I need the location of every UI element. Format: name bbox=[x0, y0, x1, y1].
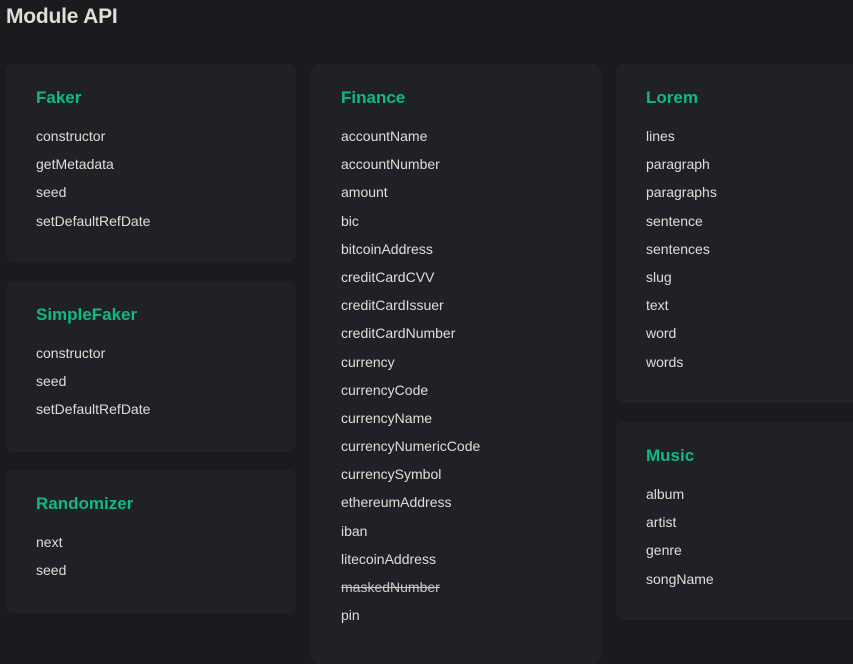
method-link-finance-currency[interactable]: currency bbox=[341, 352, 601, 380]
method-link-music-artist[interactable]: artist bbox=[646, 512, 853, 540]
method-link-lorem-text[interactable]: text bbox=[646, 295, 853, 323]
method-link-lorem-paragraph[interactable]: paragraph bbox=[646, 154, 853, 182]
module-title-randomizer[interactable]: Randomizer bbox=[36, 493, 296, 515]
method-link-faker-set-default-ref-date[interactable]: setDefaultRefDate bbox=[36, 211, 296, 239]
module-title-faker[interactable]: Faker bbox=[36, 87, 296, 109]
module-title-music[interactable]: Music bbox=[646, 445, 853, 467]
method-link-finance-account-number[interactable]: accountNumber bbox=[341, 154, 601, 182]
module-card-finance: Finance accountName accountNumber amount bi… bbox=[311, 64, 601, 664]
method-link-finance-bitcoin-address[interactable]: bitcoinAddress bbox=[341, 239, 601, 267]
module-title-lorem[interactable]: Lorem bbox=[646, 87, 853, 109]
module-title-finance[interactable]: Finance bbox=[341, 87, 601, 109]
method-link-lorem-sentence[interactable]: sentence bbox=[646, 211, 853, 239]
method-link-simplefaker-constructor[interactable]: constructor bbox=[36, 343, 296, 371]
method-link-lorem-word[interactable]: word bbox=[646, 323, 853, 351]
module-card-randomizer: Randomizer next seed bbox=[6, 470, 296, 613]
method-link-finance-iban[interactable]: iban bbox=[341, 521, 601, 549]
method-link-finance-pin[interactable]: pin bbox=[341, 605, 601, 633]
method-link-lorem-sentences[interactable]: sentences bbox=[646, 239, 853, 267]
module-card-music: Music album artist genre songName bbox=[616, 422, 853, 620]
method-link-finance-credit-card-cvv[interactable]: creditCardCVV bbox=[341, 267, 601, 295]
method-link-finance-credit-card-number[interactable]: creditCardNumber bbox=[341, 323, 601, 351]
method-link-finance-amount[interactable]: amount bbox=[341, 182, 601, 210]
method-link-randomizer-seed[interactable]: seed bbox=[36, 560, 296, 588]
method-link-music-genre[interactable]: genre bbox=[646, 540, 853, 568]
method-link-lorem-lines[interactable]: lines bbox=[646, 126, 853, 154]
method-link-finance-currency-code[interactable]: currencyCode bbox=[341, 380, 601, 408]
module-card-lorem: Lorem lines paragraph paragraphs sentence se… bbox=[616, 64, 853, 403]
method-link-music-song-name[interactable]: songName bbox=[646, 569, 853, 597]
method-link-simplefaker-set-default-ref-date[interactable]: setDefaultRefDate bbox=[36, 399, 296, 427]
module-title-simplefaker[interactable]: SimpleFaker bbox=[36, 304, 296, 326]
method-link-finance-currency-name[interactable]: currencyName bbox=[341, 408, 601, 436]
method-link-faker-constructor[interactable]: constructor bbox=[36, 126, 296, 154]
method-link-finance-ethereum-address[interactable]: ethereumAddress bbox=[341, 492, 601, 520]
method-link-lorem-paragraphs[interactable]: paragraphs bbox=[646, 182, 853, 210]
method-link-lorem-words[interactable]: words bbox=[646, 352, 853, 380]
method-link-faker-get-metadata[interactable]: getMetadata bbox=[36, 154, 296, 182]
method-link-finance-credit-card-issuer[interactable]: creditCardIssuer bbox=[341, 295, 601, 323]
module-card-simplefaker: SimpleFaker constructor seed setDefaultRef… bbox=[6, 281, 296, 452]
method-link-faker-seed[interactable]: seed bbox=[36, 182, 296, 210]
method-link-lorem-slug[interactable]: slug bbox=[646, 267, 853, 295]
method-link-finance-bic[interactable]: bic bbox=[341, 211, 601, 239]
method-link-finance-currency-numeric-code[interactable]: currencyNumericCode bbox=[341, 436, 601, 464]
method-link-randomizer-next[interactable]: next bbox=[36, 532, 296, 560]
method-link-finance-account-name[interactable]: accountName bbox=[341, 126, 601, 154]
page-title: Module API bbox=[6, 5, 118, 28]
method-link-music-album[interactable]: album bbox=[646, 484, 853, 512]
method-link-finance-currency-symbol[interactable]: currencySymbol bbox=[341, 464, 601, 492]
method-link-finance-litecoin-address[interactable]: litecoinAddress bbox=[341, 549, 601, 577]
method-link-simplefaker-seed[interactable]: seed bbox=[36, 371, 296, 399]
module-card-faker: Faker constructor getMetadata seed setDefau… bbox=[6, 64, 296, 262]
method-link-finance-masked-number[interactable]: maskedNumber bbox=[341, 577, 601, 605]
